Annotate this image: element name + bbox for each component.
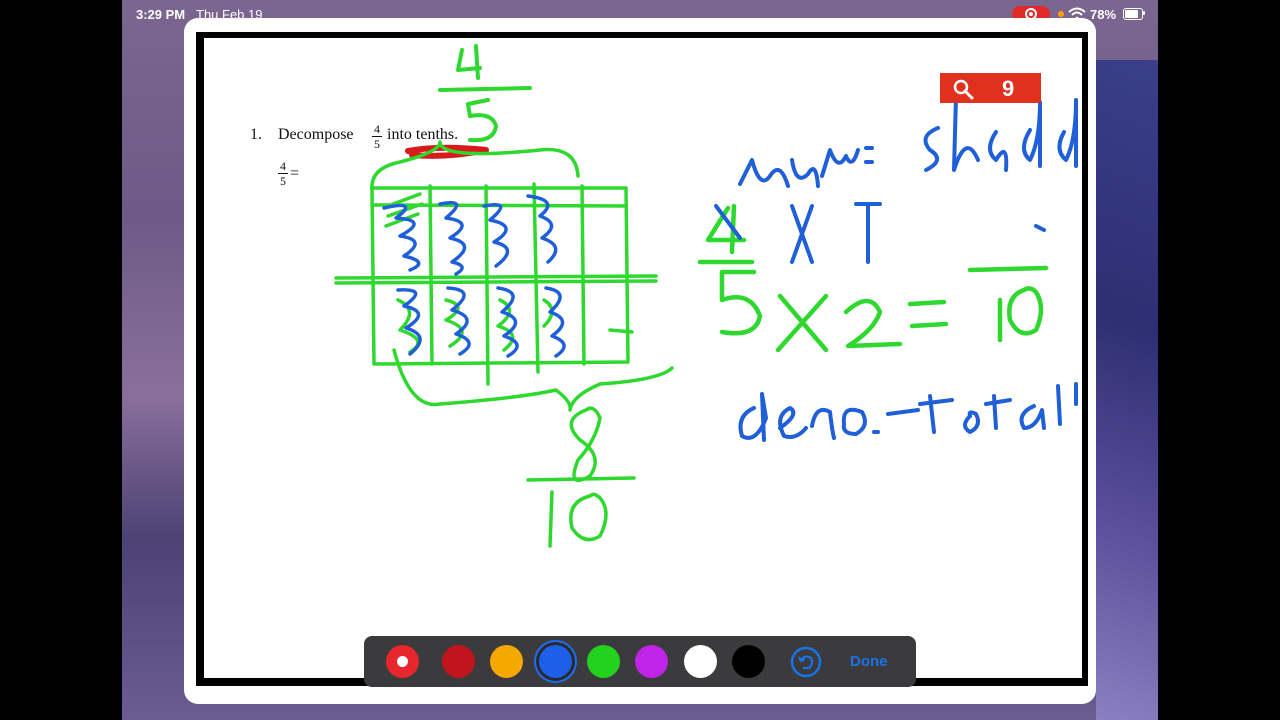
fraction-numerator: 4 <box>374 122 380 136</box>
answer-fraction: 4 5 <box>278 160 288 187</box>
color-swatch-purple[interactable] <box>635 645 668 678</box>
question-text: Decompose <box>278 126 354 143</box>
battery-icon <box>1123 8 1143 20</box>
done-button[interactable]: Done <box>850 653 888 670</box>
magnifier-icon <box>953 79 974 100</box>
page-badge[interactable]: 9 <box>940 73 1041 103</box>
question-fraction: 4 5 <box>372 123 382 150</box>
color-swatch-red[interactable] <box>442 645 475 678</box>
battery-cap <box>1143 11 1145 15</box>
color-swatch-white[interactable] <box>684 645 717 678</box>
color-swatch-green[interactable] <box>587 645 620 678</box>
color-swatch-yellow[interactable] <box>490 645 523 678</box>
fraction-denominator: 5 <box>280 174 286 188</box>
question-tail: into tenths. <box>387 126 459 143</box>
battery-percent: 78% <box>1090 7 1117 22</box>
question-number: 1. <box>250 126 262 143</box>
undo-icon[interactable] <box>790 646 822 678</box>
status-time: 3:29 PM <box>136 7 186 22</box>
markup-toolbar: Done <box>364 636 916 687</box>
pen-tool-button[interactable] <box>386 645 419 678</box>
fraction-numerator: 4 <box>280 159 286 173</box>
orange-dot-icon <box>1058 11 1064 17</box>
color-swatch-blue[interactable] <box>539 645 572 678</box>
wallpaper-edge <box>1096 60 1158 720</box>
color-swatch-black[interactable] <box>732 645 765 678</box>
fraction-denominator: 5 <box>374 137 380 151</box>
page-number: 9 <box>1002 76 1015 101</box>
equals-sign: = <box>290 165 300 182</box>
